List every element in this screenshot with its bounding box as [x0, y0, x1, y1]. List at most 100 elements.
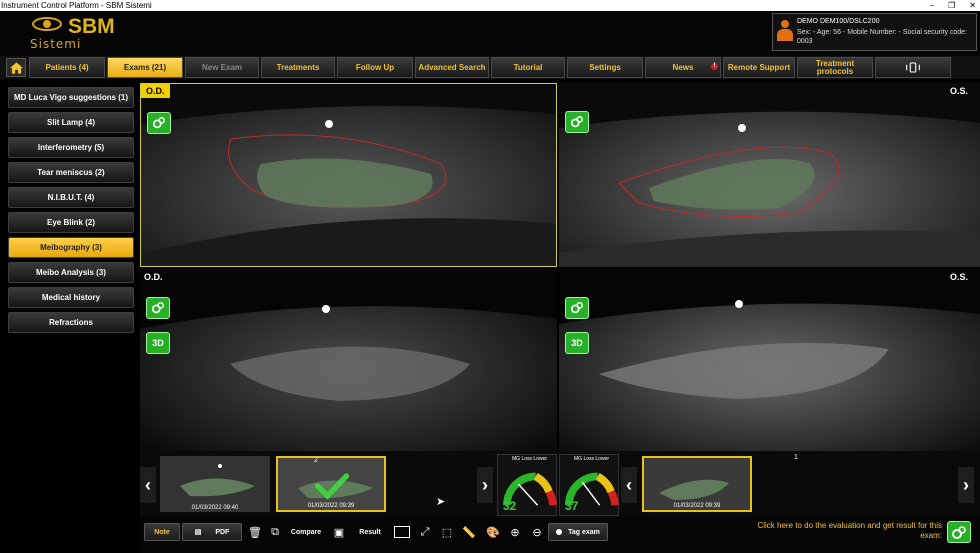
sbm-logo: SBM Sistemi	[30, 13, 140, 53]
sidebar-item-medical-history[interactable]: Medical history	[8, 287, 134, 308]
meibography-image-os	[559, 83, 980, 267]
thumbnail-date: 01/03/2022 09:39	[673, 503, 721, 509]
news-alert-badge: !	[711, 63, 718, 70]
image-pane-od-bottom[interactable]: O.D. 3D	[140, 269, 557, 451]
sidebar-item-tear-meniscus[interactable]: Tear meniscus (2)	[8, 162, 134, 183]
analysis-gear-button-od-top[interactable]	[147, 112, 171, 134]
compare-icon[interactable]: ⧉	[266, 523, 284, 541]
nav-patients[interactable]: Patients (4)	[29, 57, 105, 78]
window-controls: – ❐ ✕	[930, 0, 976, 11]
view-3d-button-od[interactable]: 3D	[146, 332, 170, 354]
nav-news[interactable]: News	[645, 57, 721, 78]
thumbnail-index: 2	[314, 457, 318, 464]
nav-exams[interactable]: Exams (21)	[107, 57, 183, 78]
frame-icon[interactable]	[394, 526, 410, 538]
nav-follow-up[interactable]: Follow Up	[337, 57, 413, 78]
mouse-cursor-icon: ➤	[436, 496, 446, 508]
thumbnail-image	[160, 456, 270, 512]
device-connection-button[interactable]	[875, 57, 951, 78]
home-button[interactable]	[6, 58, 26, 77]
result-button[interactable]: Result	[350, 523, 390, 541]
zoom-out-icon[interactable]: ⊖	[528, 523, 546, 541]
image-pane-os-top[interactable]: O.S.	[559, 83, 980, 267]
nav-treatments[interactable]: Treatments	[261, 57, 335, 78]
sidebar-item-slit-lamp[interactable]: Slit Lamp (4)	[8, 112, 134, 133]
image-pane-os-bottom[interactable]: O.S. 3D	[559, 269, 980, 451]
window-title: Instrument Control Platform - SBM Sistem…	[1, 1, 152, 10]
thumbnail-exam-1[interactable]: 01/03/2022 09:40	[160, 456, 270, 512]
sidebar-item-meibo-analysis[interactable]: Meibo Analysis (3)	[8, 262, 134, 283]
pdf-button[interactable]: ▤ PDF	[182, 523, 242, 541]
analysis-gear-button-os-top[interactable]	[565, 111, 589, 133]
sidebar-item-meibography[interactable]: Meibography (3)	[8, 237, 134, 258]
sidebar-item-eye-blink[interactable]: Eye Blink (2)	[8, 212, 134, 233]
palette-icon[interactable]: 🎨	[484, 523, 502, 541]
window-title-bar: Instrument Control Platform - SBM Sistem…	[0, 0, 980, 11]
nav-remote-support[interactable]: Remote Support	[723, 57, 795, 78]
mg-loss-gauge-2: MG Loss Lower 37	[559, 454, 619, 516]
gears-icon	[952, 526, 966, 539]
exam-sidebar: MD Luca Vigo suggestions (1) Slit Lamp (…	[0, 79, 140, 553]
note-button[interactable]: Note	[144, 523, 180, 541]
compare-button[interactable]: Compare	[286, 523, 326, 541]
thumbnail-exam-2-selected[interactable]: 2 01/03/2022 09:39	[276, 456, 386, 512]
gauge-title: MG Loss Lower	[574, 456, 610, 462]
result-icon[interactable]: ▣	[330, 523, 348, 541]
document-icon: ▤	[194, 529, 202, 536]
thumbnail-strip: ‹ 01/03/2022 09:40 2 01/03/2022 09:39 ➤ …	[140, 451, 980, 517]
main-nav: Patients (4) Exams (21) New Exam Treatme…	[0, 56, 980, 79]
ruler-icon[interactable]: 📏	[460, 523, 478, 541]
pdf-label: PDF	[215, 528, 230, 536]
close-button[interactable]: ✕	[969, 0, 976, 11]
patient-info: Sex: - Age: 56 - Mobile Number: - Social…	[797, 29, 968, 45]
gauge-value: 32	[503, 499, 517, 513]
nav-tutorial[interactable]: Tutorial	[491, 57, 565, 78]
patient-card[interactable]: DEMO DEM100/DSLC200 Sex: - Age: 56 - Mob…	[772, 13, 977, 51]
nav-settings[interactable]: Settings	[567, 57, 643, 78]
zoom-in-icon[interactable]: ⊕	[506, 523, 524, 541]
gears-icon	[570, 116, 583, 128]
thumbs-right-arrow-icon[interactable]: ›	[477, 467, 493, 503]
sidebar-item-refractions[interactable]: Refractions	[8, 312, 134, 333]
view-3d-button-os[interactable]: 3D	[565, 332, 589, 354]
gears-icon	[151, 302, 164, 314]
patient-name: DEMO DEM100/DSLC200	[797, 18, 880, 25]
meibography-image-od	[141, 84, 556, 266]
analysis-gear-button-od-bottom[interactable]	[146, 297, 170, 319]
selection-icon[interactable]: ⬚	[438, 523, 456, 541]
fullscreen-icon[interactable]: ⤢	[416, 523, 434, 541]
gauge-title: MG Loss Lower	[512, 456, 548, 462]
logo-brand: SBM	[68, 15, 115, 38]
minimize-button[interactable]: –	[930, 0, 934, 11]
evaluation-gear-button[interactable]	[947, 521, 971, 543]
analysis-gear-button-os-bottom[interactable]	[565, 297, 589, 319]
trash-icon[interactable]: 🗑	[246, 523, 264, 541]
nav-advanced-search[interactable]: Advanced Search	[415, 57, 489, 78]
thumbs2-left-arrow-icon[interactable]: ‹	[621, 467, 637, 503]
thumbnail-exam-3-selected[interactable]: 01/03/2022 09:39	[642, 456, 752, 512]
patient-avatar-icon	[777, 20, 793, 42]
mg-loss-gauge-1: MG Loss Lower 32	[497, 454, 557, 516]
tag-exam-label: Tag exam	[568, 528, 600, 536]
thumbs2-right-arrow-icon[interactable]: ›	[958, 467, 974, 503]
maximize-button[interactable]: ❐	[948, 0, 955, 11]
od-label-bottom: O.D.	[144, 272, 163, 282]
sidebar-item-suggestions[interactable]: MD Luca Vigo suggestions (1)	[8, 87, 134, 108]
eye-logo-icon	[32, 17, 62, 31]
sidebar-item-nibut[interactable]: N.I.B.U.T. (4)	[8, 187, 134, 208]
logo-subtitle: Sistemi	[30, 37, 82, 51]
thumbs-left-arrow-icon[interactable]: ‹	[140, 467, 156, 503]
radio-dot-icon	[556, 529, 563, 535]
tag-exam-button[interactable]: Tag exam	[548, 523, 608, 541]
image-pane-od-top[interactable]: O.D.	[140, 83, 557, 267]
checkmark-icon	[314, 473, 350, 500]
sidebar-item-interferometry[interactable]: Interferometry (5)	[8, 137, 134, 158]
gears-icon	[152, 117, 165, 129]
thumbnail-index: 1	[794, 454, 798, 461]
thumbnail-date: 01/03/2022 09:40	[191, 505, 239, 511]
app-header: SBM Sistemi DEMO DEM100/DSLC200 Sex: - A…	[0, 11, 980, 56]
gears-icon	[570, 302, 583, 314]
nav-treatment-protocols[interactable]: Treatment protocols	[797, 57, 873, 78]
os-label-bottom: O.S.	[949, 272, 968, 282]
nav-new-exam[interactable]: New Exam	[185, 57, 259, 78]
